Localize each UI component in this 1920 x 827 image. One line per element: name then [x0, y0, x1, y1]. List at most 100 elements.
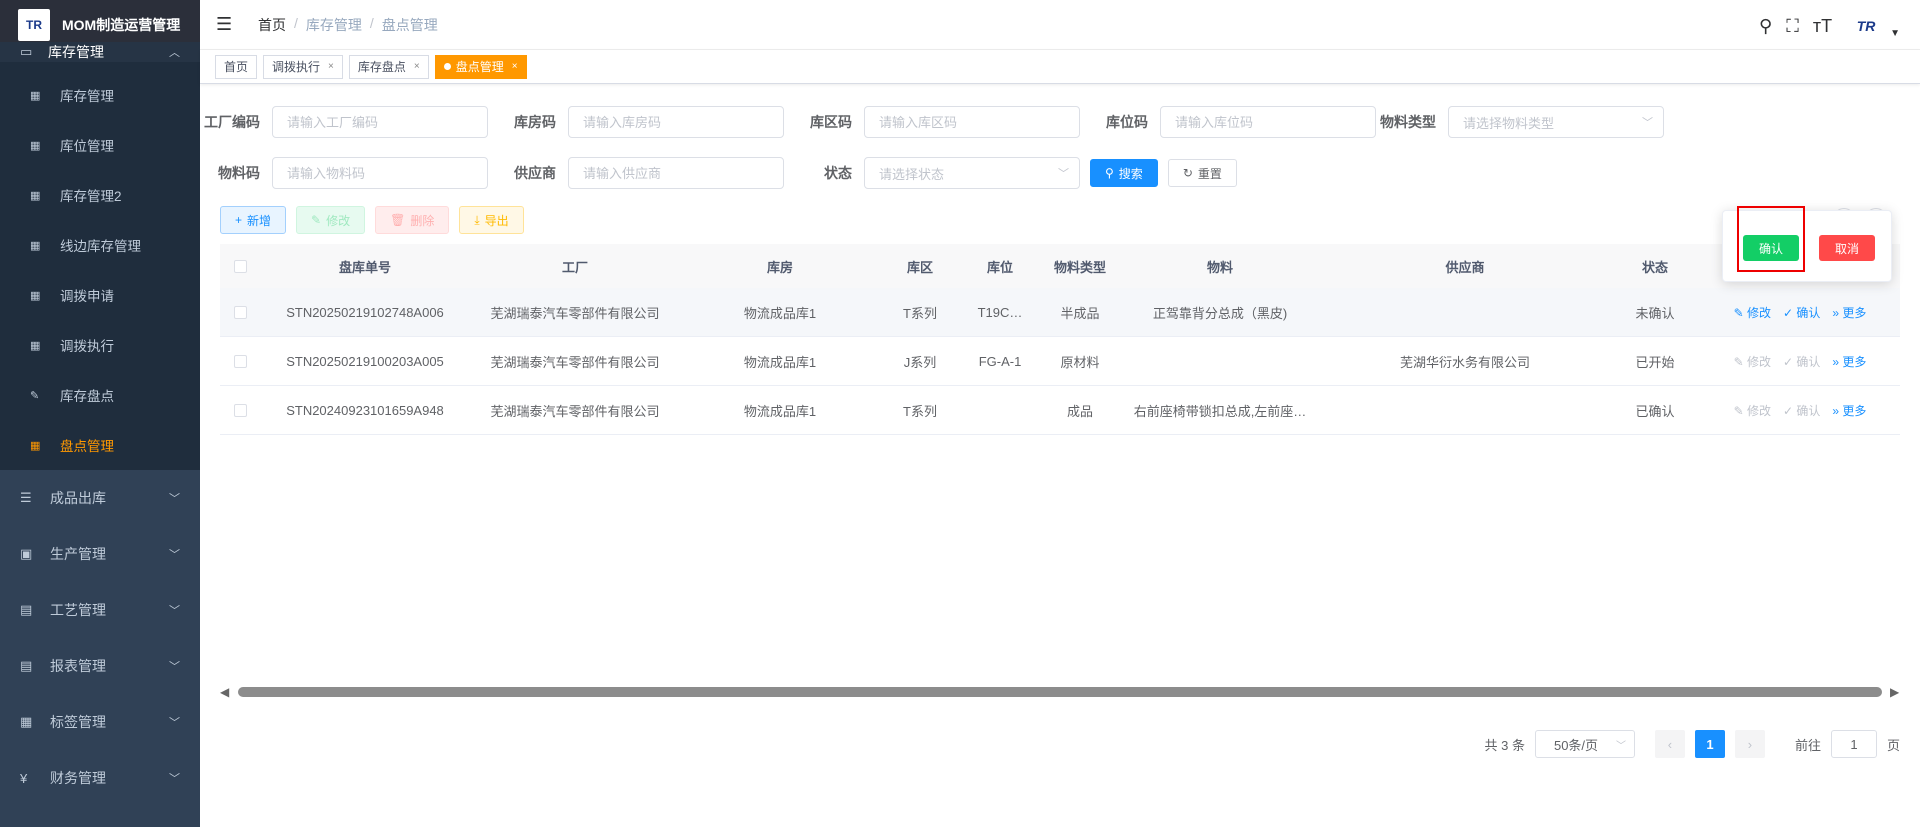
table-cell: 物流成品库1: [743, 354, 817, 370]
tag-home[interactable]: 首页: [215, 54, 258, 79]
location-label: 库位码: [1106, 114, 1148, 130]
menu-group-production[interactable]: ▣ 生产管理 ﹀: [0, 526, 200, 582]
select-placeholder: 请选择状态: [879, 166, 945, 182]
sidebar-item-lineside[interactable]: ▦ 线边库存管理: [0, 220, 200, 270]
checkbox[interactable]: [233, 305, 247, 319]
nav-right: ⚲ ⛶ ᴛT TR ▼: [1759, 12, 1900, 40]
breadcrumb-home[interactable]: 首页: [258, 15, 286, 35]
menu-group-process[interactable]: ▤ 工艺管理 ﹀: [0, 582, 200, 638]
tag-stocktake-mgmt[interactable]: 盘点管理 ×: [434, 54, 527, 79]
sidebar-item-inventory2[interactable]: ▦ 库存管理2: [0, 170, 200, 220]
close-icon[interactable]: ×: [328, 61, 334, 72]
avatar[interactable]: TR: [1846, 12, 1886, 40]
warehouse-input[interactable]: [568, 106, 784, 138]
row-edit-button[interactable]: ✎ 修改: [1734, 353, 1771, 370]
checkbox[interactable]: [233, 259, 247, 273]
row-select-cell[interactable]: [220, 403, 260, 417]
checkbox[interactable]: [233, 354, 247, 368]
op-label: 修改: [1746, 354, 1771, 369]
fullscreen-icon[interactable]: ⛶: [1786, 16, 1799, 37]
table-cell: STN20250219100203A005: [286, 353, 444, 369]
sidebar-item-stocktake[interactable]: ✎ 库存盘点: [0, 370, 200, 420]
popover-cancel-button[interactable]: 取消: [1819, 235, 1875, 261]
table-row: STN20240923101659A948 芜湖瑞泰汽车零部件有限公司 物流成品…: [220, 386, 1900, 435]
edit-button-label: 修改: [326, 213, 351, 228]
list-icon: ☰: [20, 490, 32, 505]
sidebar-item-transfer-request[interactable]: ▦ 调拨申请: [0, 270, 200, 320]
material-input[interactable]: [272, 157, 488, 189]
menu-group-label-mgmt[interactable]: ▦ 标签管理 ﹀: [0, 694, 200, 750]
highlight-box: [1737, 206, 1805, 272]
sidebar-item-label: 库存管理: [60, 89, 114, 104]
edit-icon: ✎: [30, 389, 40, 402]
add-button[interactable]: + 新增: [220, 206, 287, 234]
row-confirm-button[interactable]: ✓ 确认: [1783, 304, 1820, 321]
location-input[interactable]: [1160, 106, 1376, 138]
checkbox[interactable]: [233, 403, 247, 417]
scroll-thumb[interactable]: [238, 687, 1882, 697]
scroll-right-icon[interactable]: ▶: [1890, 685, 1900, 699]
sidebar-item-location[interactable]: ▦ 库位管理: [0, 120, 200, 170]
op-label: 确认: [1796, 305, 1821, 320]
row-more-button[interactable]: » 更多: [1832, 353, 1866, 370]
menu-group-finished-out[interactable]: ☰ 成品出库 ﹀: [0, 470, 200, 526]
sidebar-item-label: 盘点管理: [60, 439, 114, 454]
row-edit-button[interactable]: ✎ 修改: [1734, 402, 1771, 419]
font-size-icon[interactable]: ᴛT: [1813, 16, 1832, 37]
table-cell: J系列: [903, 354, 937, 370]
menu-group-inventory[interactable]: ▭ 库存管理 ︿: [0, 42, 200, 62]
page-size-select[interactable]: 50条/页 ﹀: [1534, 730, 1635, 758]
download-icon: ⤓: [474, 212, 480, 227]
row-edit-button[interactable]: ✎ 修改: [1734, 304, 1771, 321]
search-button[interactable]: ⚲ 搜索: [1090, 159, 1158, 187]
status-cell: 已开始: [1635, 354, 1675, 370]
row-confirm-button[interactable]: ✓ 确认: [1783, 353, 1820, 370]
next-page-button[interactable]: ›: [1734, 730, 1765, 758]
table-cell: T系列: [903, 403, 937, 419]
menu-group-report[interactable]: ▤ 报表管理 ﹀: [0, 638, 200, 694]
menu-group-finance[interactable]: ¥ 财务管理 ﹀: [0, 750, 200, 806]
select-all-cell[interactable]: [220, 259, 260, 273]
status-select[interactable]: 请选择状态 ﹀: [864, 157, 1080, 189]
reset-button[interactable]: ↻ 重置: [1167, 159, 1237, 187]
grid-icon: ▦: [30, 139, 41, 152]
ops-cell: ✎ 修改 ✓ 确认 » 更多: [1700, 353, 1900, 370]
row-select-cell[interactable]: [220, 354, 260, 368]
header-cell: 库区: [906, 259, 933, 275]
material-type-select[interactable]: 请选择物料类型 ﹀: [1448, 106, 1664, 138]
area-input[interactable]: [864, 106, 1080, 138]
table-cell: 物流成品库1: [743, 305, 817, 321]
factory-input[interactable]: [272, 106, 488, 138]
prev-page-button[interactable]: ‹: [1654, 730, 1685, 758]
chevron-left-icon: ‹: [1667, 736, 1673, 752]
close-icon[interactable]: ×: [512, 61, 518, 72]
grid-icon: ▦: [30, 439, 41, 452]
caret-down-icon[interactable]: ▼: [1890, 28, 1900, 39]
sidebar-item-inventory[interactable]: ▦ 库存管理: [0, 70, 200, 120]
row-more-button[interactable]: » 更多: [1832, 304, 1866, 321]
delete-button[interactable]: 🗑 删除: [375, 206, 450, 234]
scroll-track[interactable]: [238, 687, 1882, 697]
sidebar-item-transfer-exec[interactable]: ▦ 调拨执行: [0, 320, 200, 370]
menu-group-label: 工艺管理: [50, 602, 106, 618]
row-select-cell[interactable]: [220, 305, 260, 319]
tag-stocktake[interactable]: 库存盘点 ×: [348, 54, 429, 79]
supplier-input[interactable]: [568, 157, 784, 189]
grid-icon: ▦: [30, 189, 41, 202]
sidebar-item-stocktake-mgmt[interactable]: ▦ 盘点管理: [0, 420, 200, 470]
row-more-button[interactable]: » 更多: [1832, 402, 1866, 419]
page-number[interactable]: 1: [1694, 730, 1725, 758]
horizontal-scrollbar[interactable]: ◀ ▶: [220, 684, 1900, 700]
supplier-label: 供应商: [514, 165, 556, 181]
close-icon[interactable]: ×: [414, 61, 420, 72]
tag-transfer-exec[interactable]: 调拨执行 ×: [263, 54, 343, 79]
hamburger-icon[interactable]: ☰: [216, 14, 236, 35]
search-icon[interactable]: ⚲: [1759, 16, 1772, 37]
row-confirm-button[interactable]: ✓ 确认: [1783, 402, 1820, 419]
table-header: 盘库单号 工厂 库房 库区 库位 物料类型 物料 供应商 状态: [220, 244, 1900, 288]
scroll-left-icon[interactable]: ◀: [220, 685, 230, 699]
export-button[interactable]: ⤓ 导出: [459, 206, 524, 234]
goto-page-input[interactable]: [1830, 730, 1877, 758]
edit-button[interactable]: ✎ 修改: [296, 206, 366, 234]
factory-label: 工厂编码: [204, 114, 260, 130]
